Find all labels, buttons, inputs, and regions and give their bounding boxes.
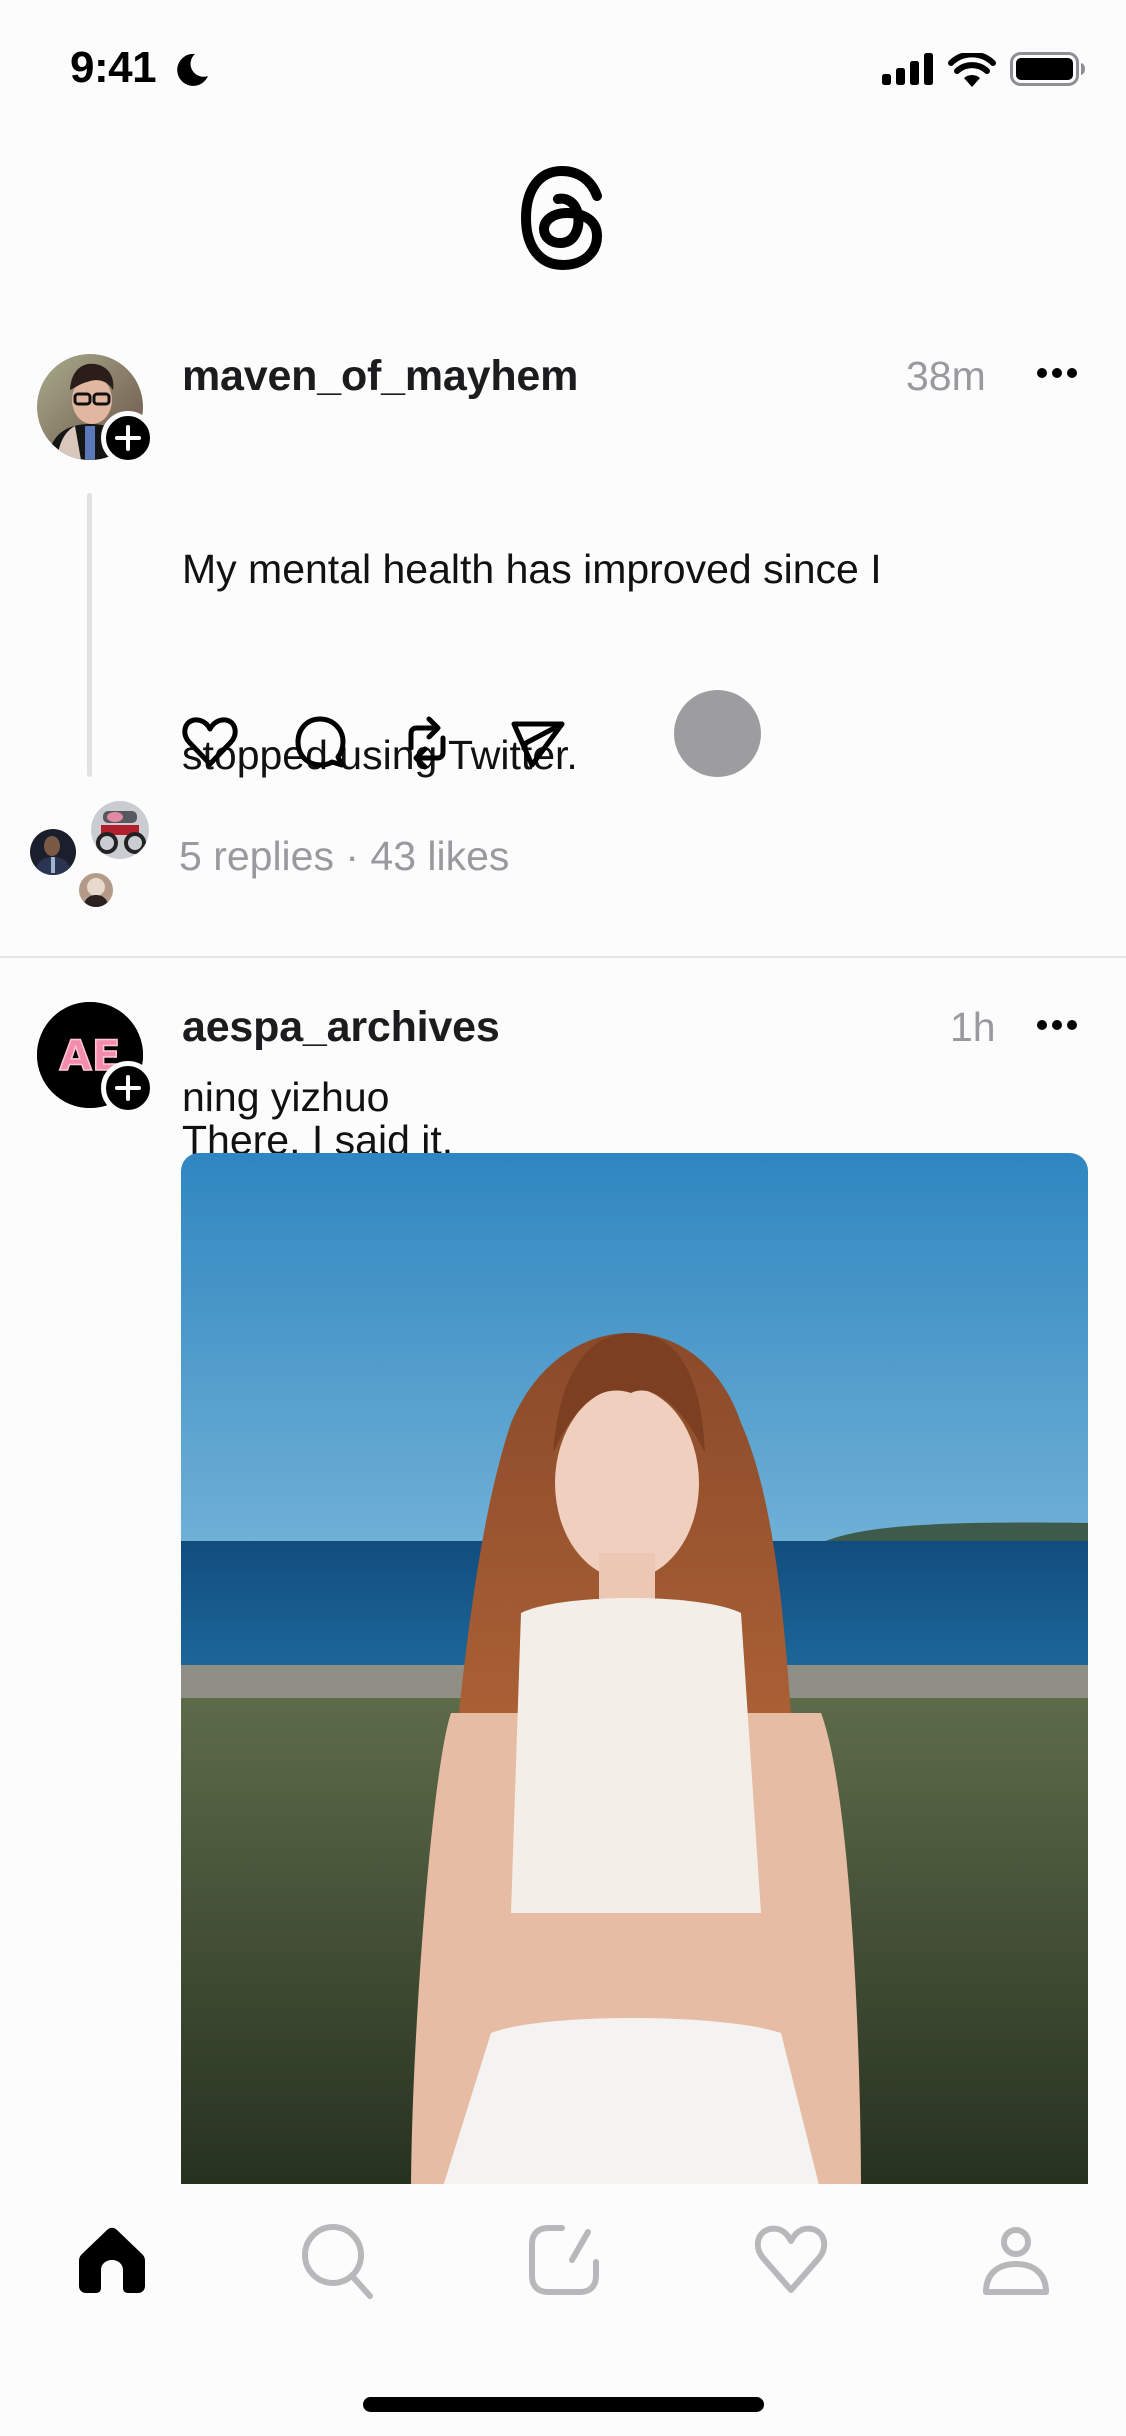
post-username[interactable]: maven_of_mayhem bbox=[182, 350, 578, 402]
post-body-line bbox=[182, 910, 1042, 985]
home-indicator[interactable] bbox=[363, 2397, 764, 2412]
nav-compose[interactable] bbox=[526, 2222, 606, 2298]
share-button[interactable] bbox=[508, 712, 568, 772]
battery-icon bbox=[1010, 52, 1086, 86]
signal-icon bbox=[882, 53, 934, 85]
search-icon bbox=[302, 2224, 373, 2299]
thread-line bbox=[87, 493, 92, 777]
nav-profile[interactable] bbox=[980, 2226, 1052, 2298]
nav-search[interactable] bbox=[298, 2220, 378, 2300]
nav-activity[interactable] bbox=[752, 2224, 830, 2296]
moon-icon bbox=[175, 52, 209, 86]
heart-icon bbox=[754, 2225, 828, 2293]
more-options-button[interactable] bbox=[1034, 1010, 1080, 1040]
plus-icon bbox=[115, 1075, 141, 1101]
post-image[interactable] bbox=[181, 1153, 1088, 2193]
loading-indicator bbox=[674, 690, 761, 777]
repost-button[interactable] bbox=[397, 712, 457, 774]
wifi-icon bbox=[948, 53, 996, 87]
compose-icon bbox=[529, 2225, 599, 2295]
profile-icon bbox=[983, 2227, 1049, 2295]
send-icon bbox=[511, 721, 565, 768]
reply-avatar bbox=[91, 801, 149, 859]
plus-icon bbox=[115, 425, 141, 451]
comment-button[interactable] bbox=[290, 712, 350, 772]
more-icon bbox=[1037, 368, 1077, 378]
comment-icon bbox=[295, 716, 346, 768]
post-body-line: My mental health has improved since I bbox=[182, 546, 882, 592]
threads-logo-icon[interactable] bbox=[517, 165, 607, 271]
home-icon bbox=[79, 2227, 145, 2293]
like-button[interactable] bbox=[180, 712, 240, 772]
post-username[interactable]: aespa_archives bbox=[182, 1001, 500, 1053]
post-caption: ning yizhuo bbox=[182, 1074, 390, 1120]
follow-button[interactable] bbox=[101, 411, 155, 465]
follow-button[interactable] bbox=[101, 1061, 155, 1115]
post-divider bbox=[0, 956, 1126, 958]
reply-avatar bbox=[79, 873, 113, 907]
repost-icon bbox=[408, 716, 446, 770]
post-timestamp: 1h bbox=[950, 1004, 996, 1050]
post-timestamp: 38m bbox=[906, 353, 986, 399]
more-icon bbox=[1037, 1020, 1077, 1030]
reply-avatar bbox=[30, 829, 76, 875]
post-stats-link[interactable]: 5 replies · 43 likes bbox=[179, 830, 509, 882]
status-time: 9:41 bbox=[70, 43, 157, 92]
heart-icon bbox=[182, 717, 238, 767]
more-options-button[interactable] bbox=[1034, 358, 1080, 388]
nav-home[interactable] bbox=[76, 2226, 148, 2294]
